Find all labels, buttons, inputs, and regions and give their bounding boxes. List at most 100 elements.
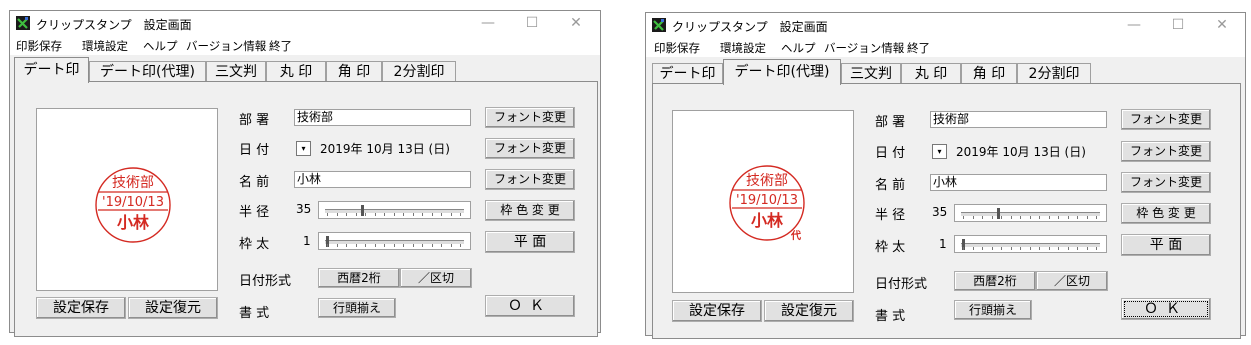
name-input[interactable]: 小林	[930, 174, 1107, 191]
date-format-option-year[interactable]: 西暦2桁	[954, 271, 1036, 291]
slider-tick	[441, 244, 442, 247]
tab-round-stamp[interactable]: 丸 印	[266, 61, 326, 82]
slider-tick	[1010, 247, 1012, 250]
format-option-align[interactable]: 行頭揃え	[318, 298, 396, 318]
slider-tick	[422, 244, 423, 247]
slider-thumb[interactable]	[997, 208, 1000, 219]
maximize-icon[interactable]: ☐	[518, 14, 546, 32]
menu-environment[interactable]: 環境設定	[720, 40, 766, 56]
slider-tick	[1039, 216, 1040, 219]
slider-tick	[431, 244, 433, 247]
radius-slider[interactable]	[954, 204, 1107, 222]
tab-round-stamp[interactable]: 丸 印	[901, 63, 961, 84]
stamp-date-text: '19/10/13	[102, 195, 164, 210]
date-format-option-separator[interactable]: ／区切	[1036, 271, 1108, 291]
slider-tick	[327, 244, 328, 247]
font-change-button-1[interactable]: フォント変更	[485, 107, 575, 128]
tab-date-stamp-proxy[interactable]: デート印(代理)	[89, 61, 206, 82]
date-label: 日 付	[875, 146, 906, 161]
tab-date-stamp[interactable]: デート印	[14, 57, 89, 83]
slider-tick	[1096, 247, 1097, 250]
slider-tick	[1048, 247, 1050, 250]
date-dropdown-icon[interactable]: ▾	[296, 141, 311, 156]
menu-version[interactable]: バージョン情報	[186, 38, 266, 54]
maximize-icon[interactable]: ☐	[1164, 16, 1192, 34]
minimize-icon[interactable]: —	[1120, 16, 1148, 34]
slider-tick	[412, 244, 414, 247]
flat-button[interactable]: 平 面	[1121, 234, 1211, 256]
slider-tick	[1058, 216, 1059, 219]
tab-square-stamp[interactable]: 角 印	[326, 61, 382, 82]
title-bar[interactable]: クリップスタンプ 設定画面 — ☐ ✕	[646, 13, 1245, 37]
radius-value: 35	[932, 205, 948, 219]
ok-button[interactable]: ＯＫ	[1121, 298, 1211, 320]
slider-tick	[963, 216, 964, 219]
date-dropdown-icon[interactable]: ▾	[932, 144, 947, 159]
menu-environment[interactable]: 環境設定	[82, 38, 128, 54]
dept-label: 部 署	[239, 113, 270, 128]
settings-save-button[interactable]: 設定保存	[672, 300, 762, 322]
slider-tick	[384, 213, 385, 216]
ok-button[interactable]: ＯＫ	[485, 295, 575, 317]
menu-help[interactable]: ヘルプ	[143, 38, 178, 54]
dept-input[interactable]: 技術部	[930, 111, 1107, 128]
frame-color-button[interactable]: 枠 色 変 更	[485, 200, 575, 221]
font-change-button-3[interactable]: フォント変更	[1121, 172, 1211, 193]
tab-split-stamp[interactable]: 2分割印	[1017, 63, 1091, 84]
date-value[interactable]: 2019年 10月 13日 (日)	[320, 140, 450, 157]
menu-save-impression[interactable]: 印影保存	[16, 38, 62, 54]
tab-square-stamp[interactable]: 角 印	[961, 63, 1017, 84]
frame-width-slider[interactable]	[318, 232, 471, 250]
menu-exit[interactable]: 終了	[269, 38, 292, 54]
flat-button[interactable]: 平 面	[485, 231, 575, 253]
slider-tick	[403, 244, 404, 247]
slider-tick	[393, 213, 395, 216]
slider-tick	[1086, 216, 1088, 219]
settings-restore-button[interactable]: 設定復元	[764, 300, 854, 322]
settings-restore-button[interactable]: 設定復元	[128, 297, 218, 319]
slider-thumb[interactable]	[361, 205, 364, 216]
slider-tick	[982, 247, 983, 250]
close-icon[interactable]: ✕	[562, 14, 590, 32]
name-label: 名 前	[875, 178, 906, 193]
font-change-button-2[interactable]: フォント変更	[1121, 141, 1211, 162]
slider-tick	[1067, 247, 1069, 250]
stamp-preview: 技術部 '19/10/13 小林 代	[672, 110, 854, 293]
close-icon[interactable]: ✕	[1208, 16, 1236, 34]
tab-date-stamp[interactable]: デート印	[652, 63, 723, 84]
menu-save-impression[interactable]: 印影保存	[654, 40, 700, 56]
slider-tick	[450, 213, 452, 216]
format-option-align[interactable]: 行頭揃え	[954, 300, 1032, 320]
minimize-icon[interactable]: —	[474, 14, 502, 32]
font-change-button-3[interactable]: フォント変更	[485, 169, 575, 190]
slider-tick	[403, 213, 404, 216]
date-value[interactable]: 2019年 10月 13日 (日)	[956, 143, 1086, 160]
menu-help[interactable]: ヘルプ	[781, 40, 816, 56]
slider-tick	[1077, 247, 1078, 250]
menu-version[interactable]: バージョン情報	[824, 40, 904, 56]
font-change-button-2[interactable]: フォント変更	[485, 138, 575, 159]
tab-sanmonban[interactable]: 三文判	[841, 63, 901, 84]
radius-slider[interactable]	[318, 201, 471, 219]
stamp-name-text: 小林	[751, 211, 783, 230]
date-format-option-year[interactable]: 西暦2桁	[318, 268, 400, 288]
date-format-option-separator[interactable]: ／区切	[400, 268, 472, 288]
settings-save-button[interactable]: 設定保存	[36, 297, 126, 319]
name-input[interactable]: 小林	[294, 171, 471, 188]
tab-sanmonban[interactable]: 三文判	[206, 61, 266, 82]
slider-tick	[327, 213, 328, 216]
slider-tick	[1020, 247, 1021, 250]
slider-tick	[963, 247, 964, 250]
tab-split-stamp[interactable]: 2分割印	[382, 61, 456, 82]
frame-width-slider[interactable]	[954, 235, 1107, 253]
menu-exit[interactable]: 終了	[907, 40, 930, 56]
font-change-button-1[interactable]: フォント変更	[1121, 109, 1211, 130]
slider-tick	[991, 216, 993, 219]
slider-tick	[336, 244, 338, 247]
tab-date-stamp-proxy[interactable]: デート印(代理)	[723, 59, 841, 85]
dept-input[interactable]: 技術部	[294, 109, 471, 126]
title-bar[interactable]: クリップスタンプ 設定画面 — ☐ ✕	[10, 11, 600, 35]
slider-tick	[1010, 216, 1012, 219]
format-label: 書 式	[875, 309, 906, 324]
frame-color-button[interactable]: 枠 色 変 更	[1121, 203, 1211, 224]
